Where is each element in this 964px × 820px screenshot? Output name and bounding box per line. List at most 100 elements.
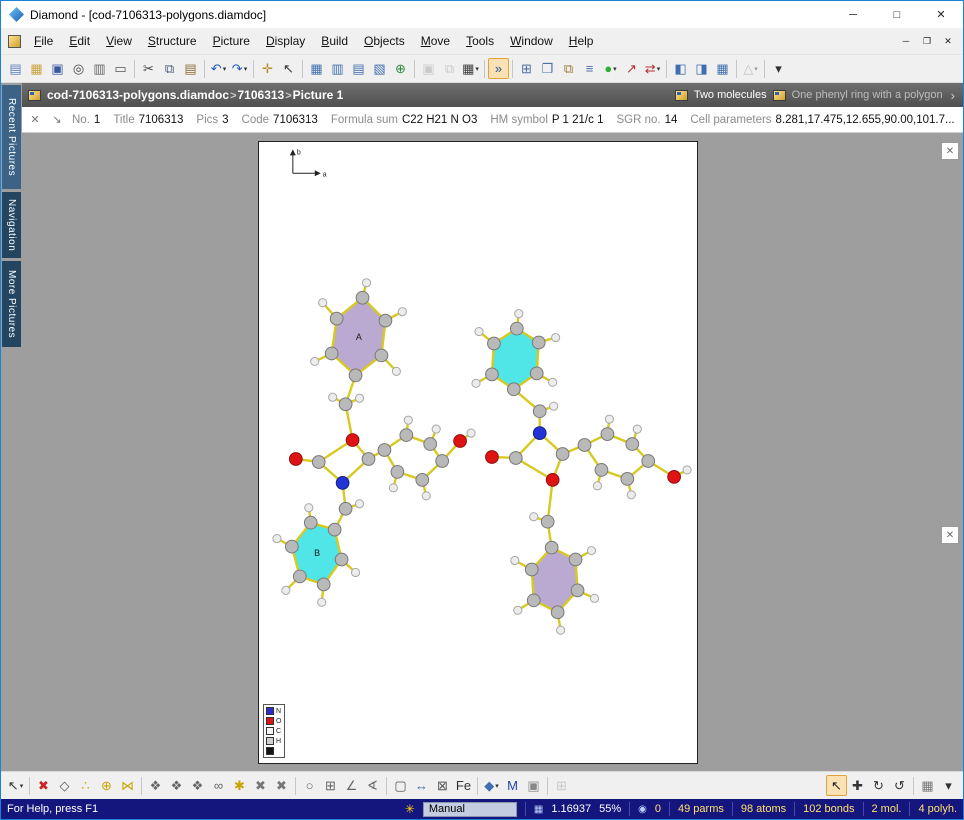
- picture-list-icon[interactable]: ≡: [579, 58, 600, 79]
- properties-icon[interactable]: ▧: [369, 58, 390, 79]
- atom-C[interactable]: [532, 336, 545, 349]
- break-bonds-icon[interactable]: ✖: [250, 775, 271, 796]
- atom-C[interactable]: [527, 594, 540, 607]
- menu-build[interactable]: Build: [313, 28, 356, 54]
- atom-H[interactable]: [549, 378, 557, 386]
- atom-H[interactable]: [362, 279, 370, 287]
- triangle-tool-icon[interactable]: △▾: [740, 58, 761, 79]
- picture-settings-icon[interactable]: ▣: [523, 775, 544, 796]
- rhombus-icon[interactable]: ◇: [54, 775, 75, 796]
- atom-H[interactable]: [514, 606, 522, 614]
- picture-frame-icon[interactable]: ▣: [418, 58, 439, 79]
- mdi-minimize-button[interactable]: ─: [897, 34, 915, 49]
- atom-H[interactable]: [319, 299, 327, 307]
- toolbar-options-top-icon[interactable]: ▾: [768, 58, 789, 79]
- grow-molecule-icon[interactable]: ❖: [187, 775, 208, 796]
- print-icon[interactable]: ▭: [110, 58, 131, 79]
- atom-H[interactable]: [593, 482, 601, 490]
- atom-C[interactable]: [328, 523, 341, 536]
- picture-name-next[interactable]: One phenyl ring with a polygon: [792, 89, 943, 101]
- atom-C[interactable]: [375, 349, 388, 362]
- atom-C[interactable]: [595, 464, 608, 477]
- cell-edges-icon[interactable]: ↔: [411, 775, 432, 796]
- grid-view-icon[interactable]: ▦: [712, 58, 733, 79]
- atom-H[interactable]: [467, 429, 475, 437]
- atom-H[interactable]: [590, 594, 598, 602]
- measure-icon[interactable]: M: [502, 775, 523, 796]
- atom-H[interactable]: [329, 393, 337, 401]
- close-button[interactable]: ✕: [919, 1, 963, 28]
- atom-C[interactable]: [621, 473, 634, 486]
- packing-range-icon[interactable]: ⊞: [320, 775, 341, 796]
- page-setup-icon[interactable]: ▥: [89, 58, 110, 79]
- complete-fragments-icon[interactable]: ❖: [166, 775, 187, 796]
- atom-C[interactable]: [530, 367, 543, 380]
- fill-cell-icon[interactable]: ⊠: [432, 775, 453, 796]
- atom-C[interactable]: [330, 312, 343, 325]
- breadcrumb-segment[interactable]: 7106313: [238, 88, 285, 102]
- atom-C[interactable]: [601, 428, 614, 441]
- table-grid-icon[interactable]: ▦▾: [460, 58, 481, 79]
- angle-icon[interactable]: ∠: [341, 775, 362, 796]
- atom-H[interactable]: [398, 308, 406, 316]
- destroy-icon[interactable]: ✖: [33, 775, 54, 796]
- dropdown-arrow-icon[interactable]: ▾: [495, 782, 499, 790]
- atom-C[interactable]: [569, 553, 582, 566]
- picture-name-current[interactable]: Two molecules: [694, 89, 767, 101]
- save-icon[interactable]: ▣: [47, 58, 68, 79]
- atom-C[interactable]: [362, 453, 375, 466]
- dropdown-arrow-icon[interactable]: ▾: [20, 782, 24, 790]
- menu-display[interactable]: Display: [258, 28, 313, 54]
- atom-C[interactable]: [335, 553, 348, 566]
- atom-H[interactable]: [432, 425, 440, 433]
- dropdown-arrow-icon[interactable]: ▾: [754, 65, 758, 73]
- coordination-icon[interactable]: Fe: [453, 775, 474, 796]
- update-icon[interactable]: ✱: [229, 775, 250, 796]
- menu-view[interactable]: View: [98, 28, 140, 54]
- atom-H[interactable]: [404, 416, 412, 424]
- atom-C[interactable]: [551, 606, 564, 619]
- more-buttons-icon[interactable]: »: [488, 58, 509, 79]
- goto-arrow-icon[interactable]: ↘: [50, 113, 64, 126]
- breadcrumb-segment[interactable]: cod-7106313-polygons.diamdoc: [47, 88, 229, 102]
- undo-icon[interactable]: ↶▾: [208, 58, 229, 79]
- pair-contact-icon[interactable]: ∞: [208, 775, 229, 796]
- atom-H[interactable]: [683, 466, 691, 474]
- new-picture-icon[interactable]: ⊞: [516, 58, 537, 79]
- dropdown-arrow-icon[interactable]: ▾: [244, 65, 248, 73]
- atom-C[interactable]: [525, 563, 538, 576]
- connect-atoms-icon[interactable]: ⋈: [117, 775, 138, 796]
- torsion-icon[interactable]: ∢: [362, 775, 383, 796]
- contact-icon[interactable]: ○: [299, 775, 320, 796]
- dropdown-arrow-icon[interactable]: ▾: [657, 65, 661, 73]
- breadcrumb-segment[interactable]: Picture 1: [293, 88, 344, 102]
- cut-icon[interactable]: ✂: [138, 58, 159, 79]
- panel-close-bottom-button[interactable]: ✕: [941, 526, 959, 544]
- atom-C[interactable]: [556, 448, 569, 461]
- export-picture-icon[interactable]: ↗: [621, 58, 642, 79]
- split-horizontal-icon[interactable]: ◧: [670, 58, 691, 79]
- table-of-pictures-icon[interactable]: ▦: [306, 58, 327, 79]
- atom-C[interactable]: [533, 405, 546, 418]
- atom-C[interactable]: [339, 502, 352, 515]
- build-molecule-icon[interactable]: ❖: [145, 775, 166, 796]
- atom-C[interactable]: [578, 439, 591, 452]
- atom-O[interactable]: [346, 434, 359, 447]
- pan-icon[interactable]: ✛: [257, 58, 278, 79]
- rotate-z-tool-icon[interactable]: ↺: [889, 775, 910, 796]
- atom-H[interactable]: [530, 513, 538, 521]
- atom-C[interactable]: [509, 452, 522, 465]
- atom-C[interactable]: [545, 541, 558, 554]
- atom-C[interactable]: [488, 337, 501, 350]
- atom-H[interactable]: [587, 546, 595, 554]
- dropdown-arrow-icon[interactable]: ▾: [613, 65, 617, 73]
- atom-H[interactable]: [515, 310, 523, 318]
- atom-C[interactable]: [391, 466, 404, 479]
- atom-H[interactable]: [422, 492, 430, 500]
- open-icon[interactable]: ▦: [26, 58, 47, 79]
- atom-N[interactable]: [336, 476, 349, 489]
- atom-H[interactable]: [475, 327, 483, 335]
- atom-H[interactable]: [389, 484, 397, 492]
- toolbar-options-icon[interactable]: ▾: [938, 775, 959, 796]
- menu-file[interactable]: File: [26, 28, 61, 54]
